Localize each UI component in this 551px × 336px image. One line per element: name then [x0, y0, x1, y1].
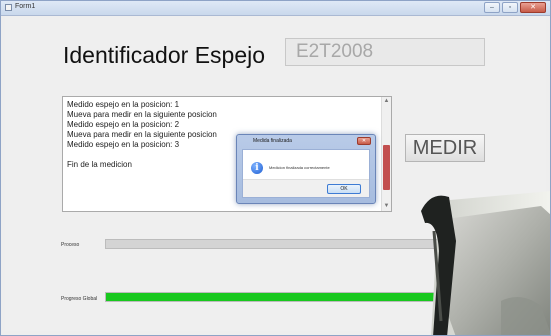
message-box-footer: OK — [243, 179, 369, 197]
window-title: Form1 — [15, 3, 36, 10]
global-progress-fill — [106, 293, 444, 301]
medir-button[interactable]: MEDIR — [405, 134, 485, 162]
info-icon: i — [251, 162, 263, 174]
scrollbar-thumb[interactable] — [383, 145, 390, 190]
message-box-close-button[interactable]: ✕ — [357, 137, 371, 145]
window-controls: – ▫ ✕ — [484, 2, 546, 13]
global-progress-bar — [105, 292, 445, 302]
identifier-field[interactable]: E2T2008 — [285, 38, 485, 66]
log-scrollbar[interactable]: ▲ ▼ — [381, 97, 391, 211]
scroll-up-icon[interactable]: ▲ — [382, 97, 391, 106]
minimize-button[interactable]: – — [484, 2, 500, 13]
close-button[interactable]: ✕ — [520, 2, 546, 13]
client-area: Identificador Espejo E2T2008 Medido espe… — [5, 16, 546, 331]
scroll-down-icon[interactable]: ▼ — [382, 202, 391, 211]
identifier-label: Identificador Espejo — [63, 42, 266, 68]
message-box-body: i Medicion finalizada correctamente OK — [242, 149, 370, 198]
process-progress-bar — [105, 239, 445, 249]
message-box-title: Medida finalizada — [253, 138, 292, 144]
title-bar[interactable]: Form1 – ▫ ✕ — [1, 1, 550, 16]
main-window: Form1 – ▫ ✕ Identificador Espejo E2T2008… — [0, 0, 551, 336]
global-progress-label: Progreso Global — [61, 296, 98, 302]
message-box-text: Medicion finalizada correctamente — [269, 165, 330, 170]
maximize-button[interactable]: ▫ — [502, 2, 518, 13]
app-icon — [5, 4, 12, 11]
message-box: Medida finalizada ✕ i Medicion finalizad… — [236, 134, 376, 204]
ok-button[interactable]: OK — [327, 184, 361, 194]
process-progress-label: Proceso — [61, 242, 80, 248]
process-progress-fill — [106, 240, 444, 248]
